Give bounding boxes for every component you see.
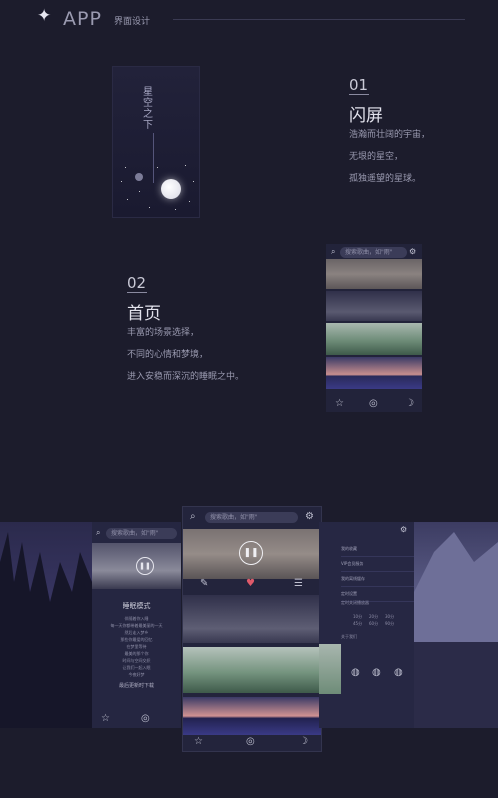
star-icon[interactable]: ☆ — [101, 714, 110, 724]
sleep-line: 每一天你都带着最美丽的一天 — [110, 623, 163, 628]
sleep-line: 最美的那个你 — [124, 651, 149, 656]
heart-icon[interactable]: ♥ — [246, 579, 255, 589]
section2-line: 进入安稳而深沉的睡眠之中。 — [127, 372, 245, 382]
scene-card-forest[interactable] — [326, 323, 422, 355]
section2-underline — [127, 292, 147, 293]
timer-option[interactable]: 20分 — [369, 613, 385, 620]
sleep-title: 睡眠模式 — [122, 602, 151, 610]
section2-line: 不同的心情和梦境， — [127, 350, 209, 360]
app-title: APP — [63, 8, 102, 30]
sleep-line: 今夜好梦 — [128, 672, 145, 677]
settings-screen: ⚙ 我的收藏 VIP会员服务 我的离线缓存 定时设置 定时关闭播放器 10分 2… — [319, 522, 414, 728]
sleep-line: 时间与空间交织 — [122, 658, 151, 663]
search-icon[interactable]: ⌕ — [190, 512, 196, 522]
menu-icon[interactable]: ☰ — [294, 579, 303, 589]
timer-options: 10分 20分 30分 45分 60分 90分 — [353, 613, 401, 627]
sleep-line: 让我们一起入眠 — [122, 665, 151, 670]
section2-line: 丰富的场景选择， — [127, 328, 200, 338]
sleep-scene-image: ❚❚ — [92, 543, 181, 589]
scene-card-fog[interactable] — [326, 259, 422, 289]
radio-icon[interactable]: ◎ — [369, 399, 378, 409]
peek-forest-image — [319, 644, 341, 694]
moon-icon[interactable]: ☽ — [405, 399, 414, 409]
scene-card-forest[interactable] — [183, 647, 321, 693]
splash-thread — [153, 133, 154, 183]
section2-number: 02 — [127, 274, 147, 292]
scene-card-sunset-lake[interactable] — [326, 357, 422, 389]
section1-line: 孤独遥望的星球。 — [349, 174, 422, 184]
radio-icon[interactable]: ◎ — [246, 737, 255, 747]
section1-line: 无垠的星空， — [349, 152, 404, 162]
radio-icon[interactable]: ◎ — [141, 714, 150, 724]
home-screen: ⌕ 搜索歌曲，如"雨" ⚙ ☆ ◎ ☽ — [326, 244, 422, 412]
search-input[interactable]: 搜索歌曲，如"雨" — [106, 528, 177, 539]
section2-title: 首页 — [127, 304, 161, 324]
player-screen: ⌕ 搜索歌曲，如"雨" ⚙ ❚❚ ✎ ♥ ☰ ☆ ◎ ☽ — [182, 506, 322, 752]
sleep-lines: 伴随着你入睡 每一天你都带着最美丽的一天 然后走入梦乡 那些你最爱的回忆 在梦里… — [92, 615, 181, 678]
about-label[interactable]: 关于我们 — [341, 634, 357, 640]
header-divider — [173, 19, 465, 20]
sleep-mode-screen: ⌕ 搜索歌曲，如"雨" ❚❚ 睡眠模式 伴随着你入睡 每一天你都带着最美丽的一天… — [92, 522, 181, 728]
settings-item-cache[interactable]: 我的离线缓存 — [341, 572, 414, 587]
pause-icon[interactable]: ❚❚ — [136, 557, 154, 575]
timer-option[interactable]: 60分 — [369, 620, 385, 627]
section1-desc: 浩瀚而壮阔的宇宙， 无垠的星空， 孤独遥望的星球。 — [349, 124, 430, 190]
section1-underline — [349, 94, 369, 95]
sleep-line: 伴随着你入睡 — [124, 616, 149, 621]
timer-option[interactable]: 90分 — [385, 620, 401, 627]
pause-icon[interactable]: ❚❚ — [239, 541, 263, 565]
gear-icon[interactable]: ⚙ — [409, 247, 416, 257]
splash-screen: 星空之下 — [112, 66, 200, 218]
scene-card-starry-mountains[interactable] — [326, 291, 422, 321]
forest-night-photo — [0, 522, 92, 728]
timer-option[interactable]: 30分 — [385, 613, 401, 620]
star-icon[interactable]: ☆ — [335, 399, 344, 409]
moon-icon[interactable]: ☽ — [299, 737, 308, 747]
wechat-icon[interactable]: ◍ — [372, 668, 381, 678]
star-icon[interactable]: ☆ — [194, 737, 203, 747]
section1-title: 闪屏 — [349, 106, 383, 126]
search-input[interactable]: 搜索歌曲，如"雨" — [205, 512, 298, 523]
gear-icon[interactable]: ⚙ — [305, 512, 314, 522]
section1-line: 浩瀚而壮阔的宇宙， — [349, 130, 431, 140]
timer-option[interactable]: 10分 — [353, 613, 369, 620]
weibo-icon[interactable]: ◍ — [394, 668, 403, 678]
timer-label: 定时关闭播放器 — [341, 600, 369, 605]
settings-item-favorites[interactable]: 我的收藏 — [341, 542, 414, 557]
timer-option[interactable]: 45分 — [353, 620, 369, 627]
search-input[interactable]: 搜索歌曲，如"雨" — [340, 247, 407, 258]
edit-icon[interactable]: ✎ — [200, 579, 208, 589]
search-icon[interactable]: ⌕ — [96, 528, 100, 538]
sleep-line: 然后走入梦乡 — [124, 630, 149, 635]
sleep-line: 在梦里等待 — [126, 644, 147, 649]
settings-menu: 我的收藏 VIP会员服务 我的离线缓存 定时设置 — [341, 542, 414, 602]
small-planet — [135, 173, 143, 181]
moon — [161, 179, 181, 199]
settings-item-vip[interactable]: VIP会员服务 — [341, 557, 414, 572]
splash-calligraphy: 星空之下 — [143, 87, 153, 131]
section2-desc: 丰富的场景选择， 不同的心情和梦境， 进入安稳而深沉的睡眠之中。 — [127, 322, 244, 388]
gear-icon[interactable]: ⚙ — [400, 525, 407, 535]
share-icon[interactable]: ◍ — [351, 668, 360, 678]
sparkle-icon: ✦ — [37, 6, 52, 26]
sleep-line: 那些你最爱的回忆 — [120, 637, 153, 642]
sleep-footer: 最后更新时下载 — [118, 683, 154, 689]
section1-number: 01 — [349, 76, 369, 94]
scene-card-starry-mountains[interactable] — [183, 595, 321, 643]
app-subtitle: 界面设计 — [114, 17, 151, 27]
scene-card-sunset-lake[interactable] — [183, 697, 321, 735]
player-scene-image: ❚❚ — [183, 529, 321, 579]
mountain-lake-photo — [414, 522, 498, 728]
search-icon[interactable]: ⌕ — [331, 247, 335, 257]
